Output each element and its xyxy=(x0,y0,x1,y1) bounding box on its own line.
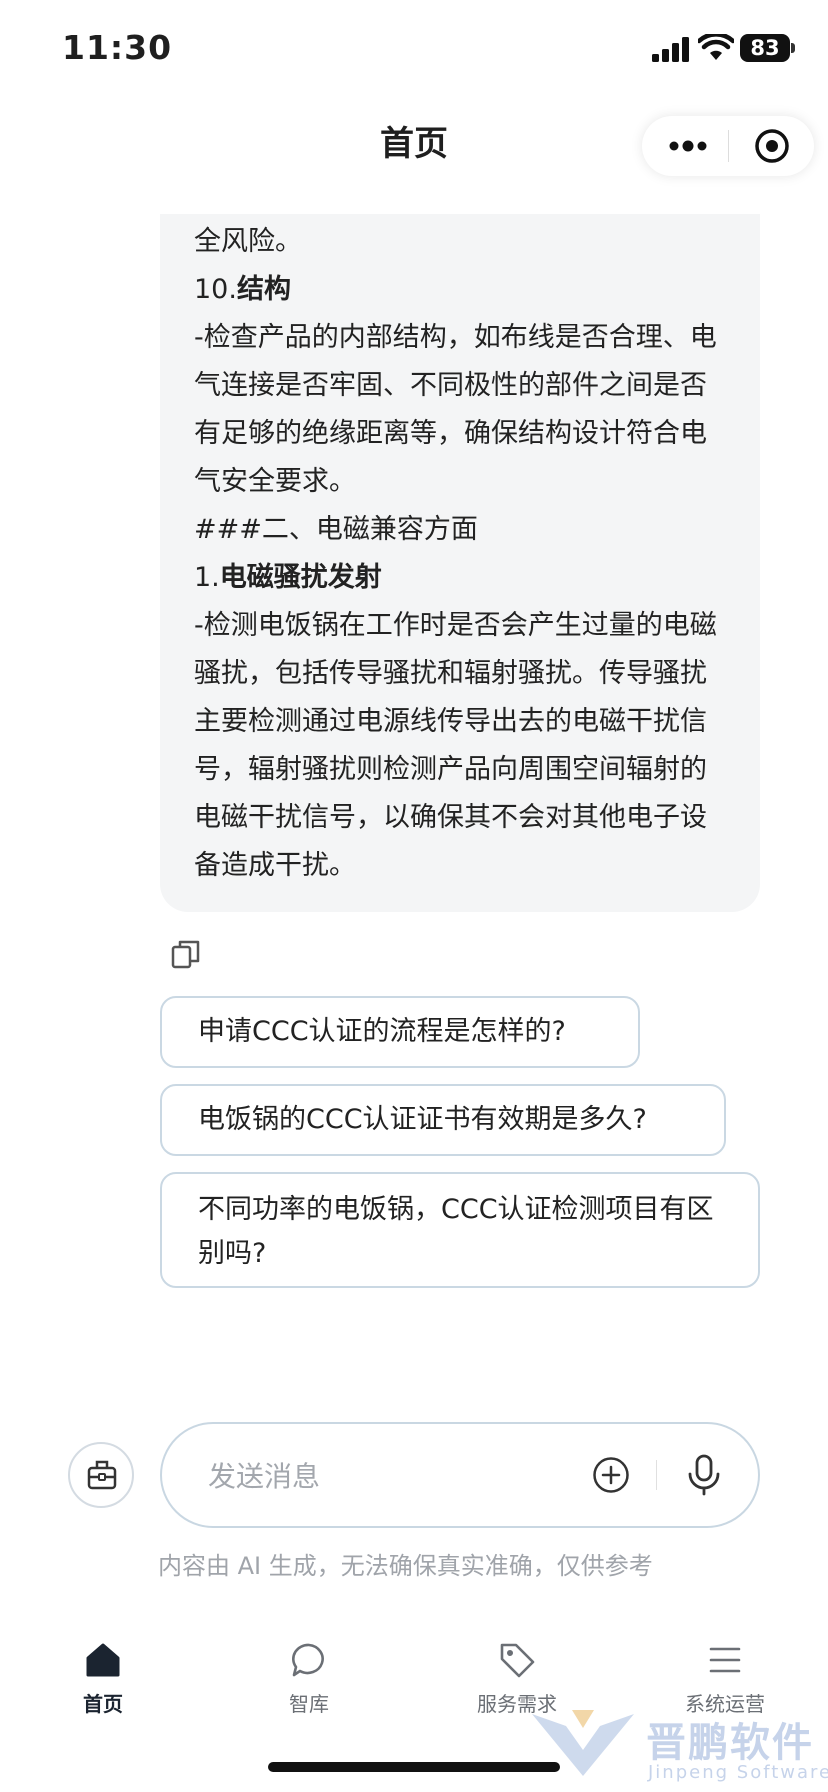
watermark-subtext: Jinpeng Software xyxy=(648,1762,828,1783)
menu-icon xyxy=(709,1647,741,1673)
ai-answer-bubble: 全风险。 10.结构 -检查产品的内部结构，如布线是否合理、电气连接是否牢固、不… xyxy=(160,214,760,912)
watermark-logo-icon xyxy=(532,1710,634,1776)
composer-divider xyxy=(656,1460,657,1490)
home-indicator xyxy=(268,1762,560,1772)
answer-section-heading: 1.电磁骚扰发射 xyxy=(194,554,726,602)
answer-heading-number: 10. xyxy=(194,274,237,305)
add-icon[interactable] xyxy=(592,1456,630,1494)
copy-icon[interactable] xyxy=(170,938,202,970)
answer-section-heading: 10.结构 xyxy=(194,266,726,314)
message-input[interactable] xyxy=(206,1448,570,1504)
wifi-icon xyxy=(698,34,734,60)
answer-text-fragment: 全风险。 xyxy=(194,226,302,257)
capsule-divider xyxy=(728,130,729,162)
answer-section-title: ###二、电磁兼容方面 xyxy=(194,514,478,545)
nav-header: 首页 xyxy=(0,96,828,186)
toolbox-icon xyxy=(87,1460,117,1490)
answer-paragraph: -检查产品的内部结构，如布线是否合理、电气连接是否牢固、不同极性的部件之间是否有… xyxy=(194,322,717,497)
battery-tip xyxy=(791,43,795,53)
suggested-question[interactable]: 不同功率的电饭锅，CCC认证检测项目有区别吗? xyxy=(160,1172,760,1288)
tab-label: 智库 xyxy=(289,1692,329,1716)
suggested-question[interactable]: 电饭锅的CCC认证证书有效期是多久? xyxy=(160,1084,726,1156)
watermark: 晋鹏软件 Jinpeng Software xyxy=(528,1706,828,1792)
watermark-text: 晋鹏软件 xyxy=(646,1720,814,1766)
tab-label: 首页 xyxy=(83,1692,123,1716)
tab-knowledge-base[interactable]: 智库 xyxy=(234,1640,384,1720)
ai-disclaimer: 内容由 AI 生成，无法确保真实准确，仅供参考 xyxy=(158,1552,653,1580)
chat-bubble-icon xyxy=(292,1643,324,1677)
answer-paragraph: -检测电饭锅在工作时是否会产生过量的电磁骚扰，包括传导骚扰和辐射骚扰。传导骚扰主… xyxy=(194,610,717,881)
mini-program-capsule xyxy=(642,116,814,176)
home-icon xyxy=(86,1643,120,1677)
suggested-question[interactable]: 申请CCC认证的流程是怎样的? xyxy=(160,996,640,1068)
message-composer xyxy=(160,1422,760,1528)
microphone-icon[interactable] xyxy=(686,1454,722,1496)
tab-home[interactable]: 首页 xyxy=(28,1640,178,1720)
answer-heading-number: 1. xyxy=(194,562,220,593)
status-bar: 11:30 83 xyxy=(0,0,828,96)
answer-heading-title: 电磁骚扰发射 xyxy=(219,562,382,593)
toolbox-button[interactable] xyxy=(68,1442,134,1508)
answer-heading-title: 结构 xyxy=(236,274,291,305)
battery-indicator: 83 xyxy=(740,34,790,62)
tag-icon xyxy=(500,1643,535,1678)
status-time: 11:30 xyxy=(62,28,173,67)
cellular-signal-icon xyxy=(652,37,689,62)
more-icon[interactable] xyxy=(666,134,710,158)
close-target-icon[interactable] xyxy=(754,128,790,164)
